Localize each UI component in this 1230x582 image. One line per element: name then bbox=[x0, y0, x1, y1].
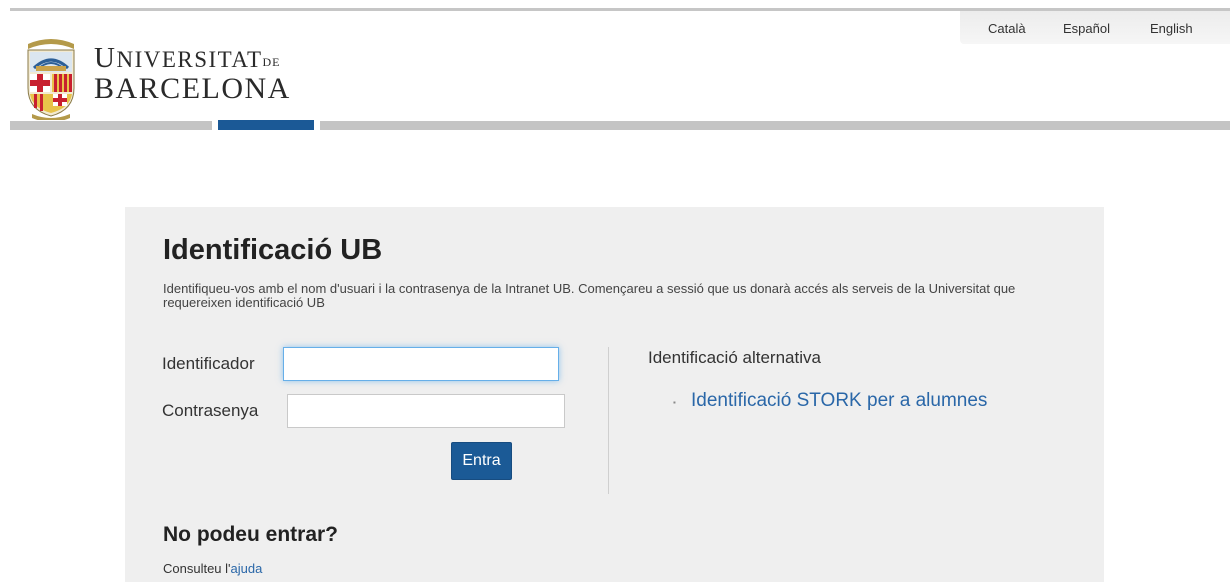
university-logo[interactable]: UNIVERSITATDE BARCELONA bbox=[22, 36, 322, 120]
language-link-english[interactable]: English bbox=[1150, 21, 1193, 36]
bullet-icon: ▪ bbox=[673, 398, 676, 407]
logo-wordmark-line1: UNIVERSITATDE bbox=[94, 42, 281, 74]
login-description: Identifiqueu-vos amb el nom d'usuari i l… bbox=[163, 281, 1016, 310]
password-label: Contrasenya bbox=[162, 401, 259, 420]
password-input[interactable] bbox=[287, 394, 565, 428]
column-divider bbox=[608, 347, 609, 494]
help-text: Consulteu l'ajuda bbox=[163, 561, 263, 576]
help-heading: No podeu entrar? bbox=[163, 523, 339, 546]
header-band-right bbox=[320, 121, 1230, 130]
help-link[interactable]: ajuda bbox=[231, 561, 263, 576]
login-panel: Identificació UB Identifiqueu-vos amb el… bbox=[125, 207, 1104, 582]
logo-wordmark-line2: BARCELONA bbox=[94, 72, 291, 105]
header-band-left bbox=[10, 121, 212, 130]
stork-login-link[interactable]: Identificació STORK per a alumnes bbox=[691, 390, 987, 412]
header-band-accent bbox=[218, 120, 314, 130]
language-link-espanol[interactable]: Español bbox=[1063, 21, 1110, 36]
username-label: Identificador bbox=[162, 354, 255, 373]
alternative-login-heading: Identificació alternativa bbox=[648, 348, 821, 367]
submit-button[interactable]: Entra bbox=[451, 442, 512, 480]
university-crest-icon bbox=[27, 39, 75, 120]
username-input[interactable] bbox=[283, 347, 559, 381]
page-title: Identificació UB bbox=[163, 234, 383, 266]
language-link-catala[interactable]: Català bbox=[988, 21, 1026, 36]
